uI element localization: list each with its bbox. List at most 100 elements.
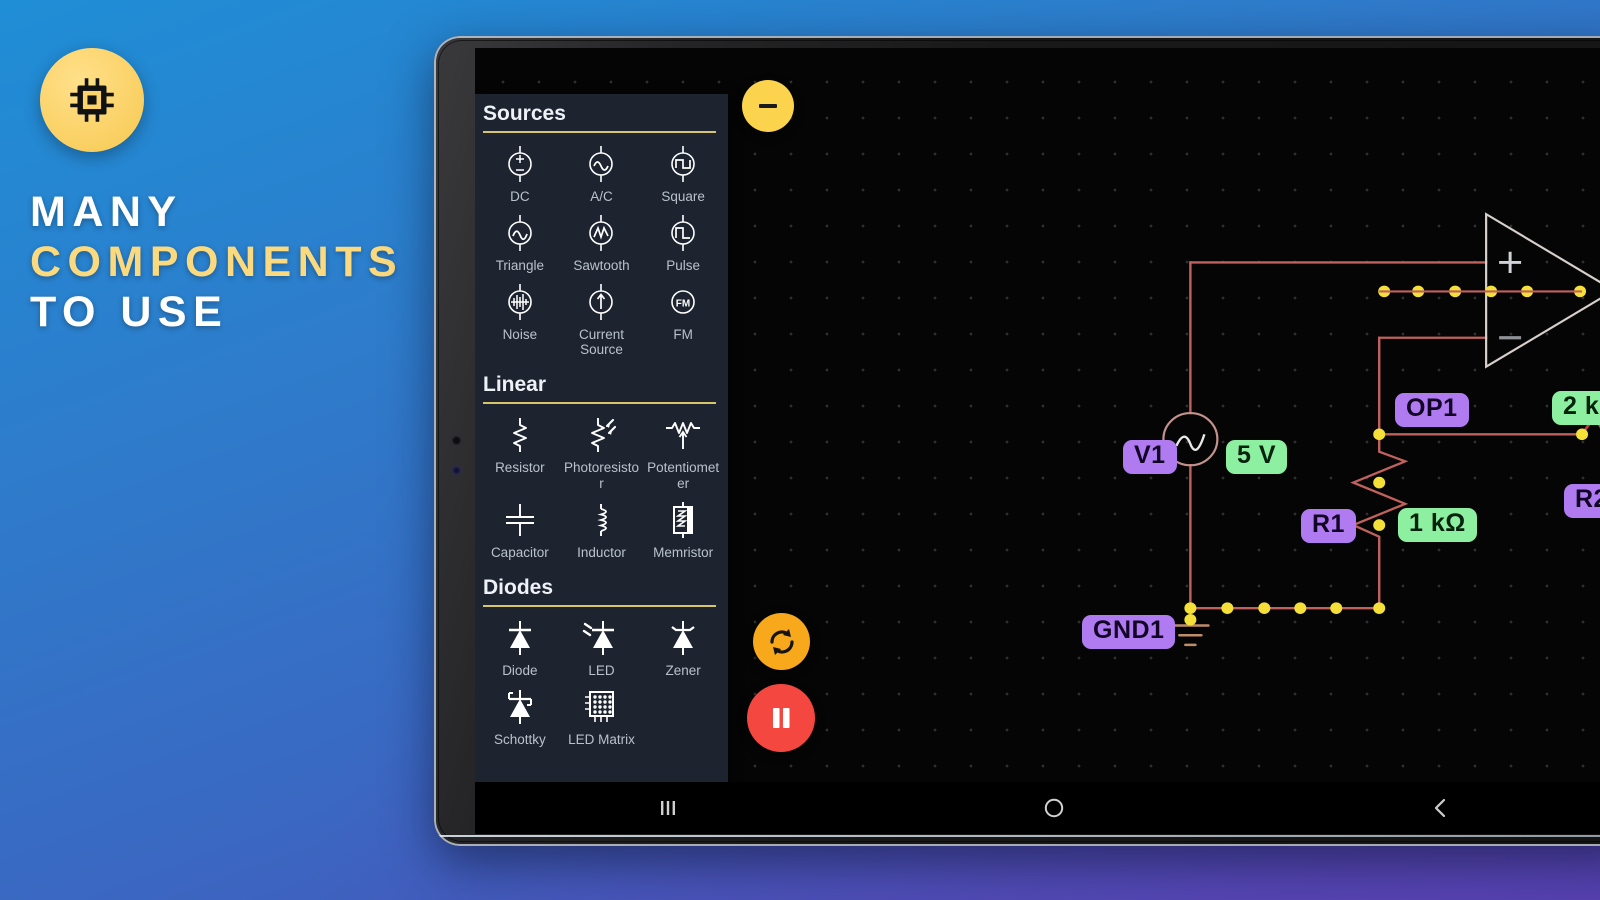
label-2kohm[interactable]: 2 kΩ	[1552, 391, 1600, 425]
page-title: MANY COMPONENTS TO USE	[30, 188, 450, 338]
microchip-icon	[70, 78, 114, 122]
nav-home-button[interactable]	[861, 782, 1247, 834]
promo-left-column: MANY COMPONENTS TO USE	[0, 0, 440, 900]
label-r1[interactable]: R1	[1301, 509, 1356, 543]
palette-item-zener[interactable]: Zener	[642, 613, 724, 682]
palette-label: A/C	[590, 189, 613, 204]
potentiometer-icon	[666, 422, 701, 450]
dc-source-icon	[508, 146, 532, 182]
nav-recents-button[interactable]	[475, 782, 861, 834]
palette-item-dc[interactable]: DC	[479, 139, 561, 208]
palette-label: Potentiometer	[647, 460, 720, 491]
device-screen: V1 5 V GND1 OP1 R1 1 kΩ R2 2 kΩ Sources	[475, 48, 1600, 834]
palette-label: DC	[510, 189, 530, 204]
palette-item-pulse[interactable]: Pulse	[642, 208, 724, 277]
palette-label: LED	[588, 662, 615, 678]
palette-section-sources: Sources DC A/C Square Triangle Sawtooth …	[475, 102, 728, 365]
label-gnd1[interactable]: GND1	[1082, 615, 1176, 649]
refresh-icon	[769, 628, 794, 655]
circuit-wires	[1189, 261, 1600, 610]
palette-label: Noise	[502, 327, 538, 343]
pause-icon	[773, 708, 790, 728]
led-matrix-icon	[585, 690, 615, 722]
schottky-diode-icon	[507, 689, 532, 724]
pulse-source-icon	[671, 215, 695, 252]
section-title-diodes: Diodes	[483, 576, 716, 607]
svg-text:FM: FM	[676, 299, 690, 310]
label-v1[interactable]: V1	[1123, 440, 1177, 474]
palette-label: FM	[673, 327, 693, 343]
home-icon	[1045, 798, 1064, 818]
nav-back-button[interactable]	[1248, 782, 1600, 834]
palette-item-resistor[interactable]: Resistor	[479, 410, 561, 494]
palette-item-led[interactable]: LED	[561, 613, 643, 682]
sawtooth-wave-source-icon	[589, 215, 614, 252]
palette-label: Triangle	[495, 258, 544, 274]
ac-source-icon	[589, 146, 614, 182]
palette-item-photoresistor[interactable]: Photoresistor	[561, 410, 643, 494]
palette-label: Sawtooth	[573, 258, 630, 274]
palette-label: Schottky	[493, 731, 546, 747]
palette-item-current-source[interactable]: Current Source	[561, 277, 643, 361]
square-wave-source-icon	[671, 146, 695, 182]
palette-label: Current Source	[578, 327, 624, 358]
back-icon	[1434, 798, 1445, 818]
palette-item-memristor[interactable]: Memristor	[642, 495, 724, 564]
palette-item-noise[interactable]: Noise	[479, 277, 561, 361]
headline-line-2: COMPONENTS	[30, 237, 404, 286]
palette-item-square[interactable]: Square	[642, 139, 724, 208]
front-camera-icon	[452, 436, 461, 445]
palette-item-diode[interactable]: Diode	[479, 613, 561, 682]
recents-icon	[661, 801, 676, 815]
fm-source-icon: FM	[671, 290, 695, 315]
capacitor-icon	[505, 503, 534, 536]
collapse-palette-button[interactable]	[742, 80, 794, 132]
palette-label: Diode	[502, 662, 538, 678]
palette-label: Square	[661, 189, 705, 204]
inductor-icon	[597, 503, 608, 536]
palette-label: LED Matrix	[568, 731, 635, 747]
tablet-bottom-edge	[436, 835, 1600, 837]
label-1kohm[interactable]: 1 kΩ	[1398, 508, 1477, 542]
palette-section-diodes: Diodes Diode LED Zener Schottky LED Matr…	[475, 576, 728, 755]
label-5v[interactable]: 5 V	[1226, 440, 1288, 474]
reset-simulation-button[interactable]	[753, 613, 810, 670]
palette-item-potentiometer[interactable]: Potentiometer	[642, 410, 724, 494]
palette-label: Inductor	[577, 544, 626, 560]
palette-item-fm[interactable]: FM FM	[642, 277, 724, 361]
minus-icon	[759, 104, 777, 108]
section-title-sources: Sources	[483, 102, 716, 133]
ground-symbol	[1171, 624, 1210, 647]
palette-label: Zener	[665, 662, 701, 678]
memristor-icon	[673, 501, 694, 538]
palette-item-inductor[interactable]: Inductor	[561, 495, 643, 564]
headline-line-1: MANY	[30, 188, 183, 236]
current-source-icon	[589, 284, 614, 321]
palette-label: Capacitor	[490, 544, 549, 560]
headline-line-3: TO USE	[30, 287, 229, 336]
component-palette[interactable]: Sources DC A/C Square Triangle Sawtooth …	[475, 94, 728, 834]
label-op1[interactable]: OP1	[1395, 393, 1469, 427]
tablet-device-mockup: V1 5 V GND1 OP1 R1 1 kΩ R2 2 kΩ Sources	[434, 36, 1600, 846]
palette-section-linear: Linear Resistor Photoresistor Potentiome…	[475, 373, 728, 567]
pause-simulation-button[interactable]	[747, 684, 815, 752]
palette-item-schottky[interactable]: Schottky	[479, 682, 561, 751]
noise-source-icon	[508, 284, 532, 321]
palette-item-sawtooth[interactable]: Sawtooth	[561, 208, 643, 277]
palette-label: Photoresistor	[563, 460, 639, 491]
palette-label: Memristor	[653, 544, 714, 560]
android-navigation-bar	[475, 782, 1600, 834]
palette-item-capacitor[interactable]: Capacitor	[479, 495, 561, 564]
zener-diode-icon	[671, 620, 695, 655]
section-title-linear: Linear	[483, 373, 716, 405]
palette-label: Resistor	[495, 460, 545, 476]
app-icon-badge	[40, 48, 144, 152]
led-icon	[583, 620, 615, 655]
palette-item-led-matrix[interactable]: LED Matrix	[561, 682, 643, 751]
resistor-icon	[512, 418, 527, 453]
triangle-wave-source-icon	[508, 215, 532, 252]
palette-item-triangle[interactable]: Triangle	[479, 208, 561, 277]
label-r2[interactable]: R2	[1564, 484, 1600, 518]
palette-item-ac[interactable]: A/C	[561, 139, 643, 208]
photoresistor-icon	[591, 418, 617, 453]
